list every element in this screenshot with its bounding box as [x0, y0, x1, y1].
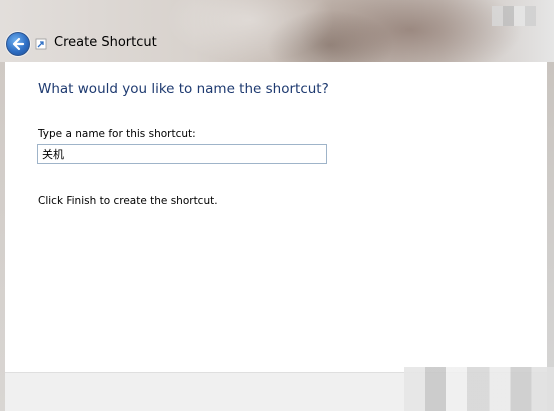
page-heading: What would you like to name the shortcut…: [38, 81, 329, 97]
back-arrow-icon: [12, 37, 25, 51]
back-button[interactable]: [6, 32, 30, 56]
window-border-right: [547, 62, 554, 411]
title-bar: Create Shortcut: [0, 0, 554, 62]
shortcut-wizard-icon: [35, 38, 47, 50]
wizard-content: What would you like to name the shortcut…: [5, 62, 547, 372]
blurred-button-region: [404, 367, 554, 411]
blurred-region: [492, 6, 536, 26]
window-title: Create Shortcut: [54, 35, 157, 50]
shortcut-name-input[interactable]: [37, 144, 327, 164]
finish-instruction: Click Finish to create the shortcut.: [38, 195, 218, 207]
create-shortcut-window: Create Shortcut What would you like to n…: [0, 0, 554, 411]
shortcut-name-label: Type a name for this shortcut:: [38, 128, 196, 140]
